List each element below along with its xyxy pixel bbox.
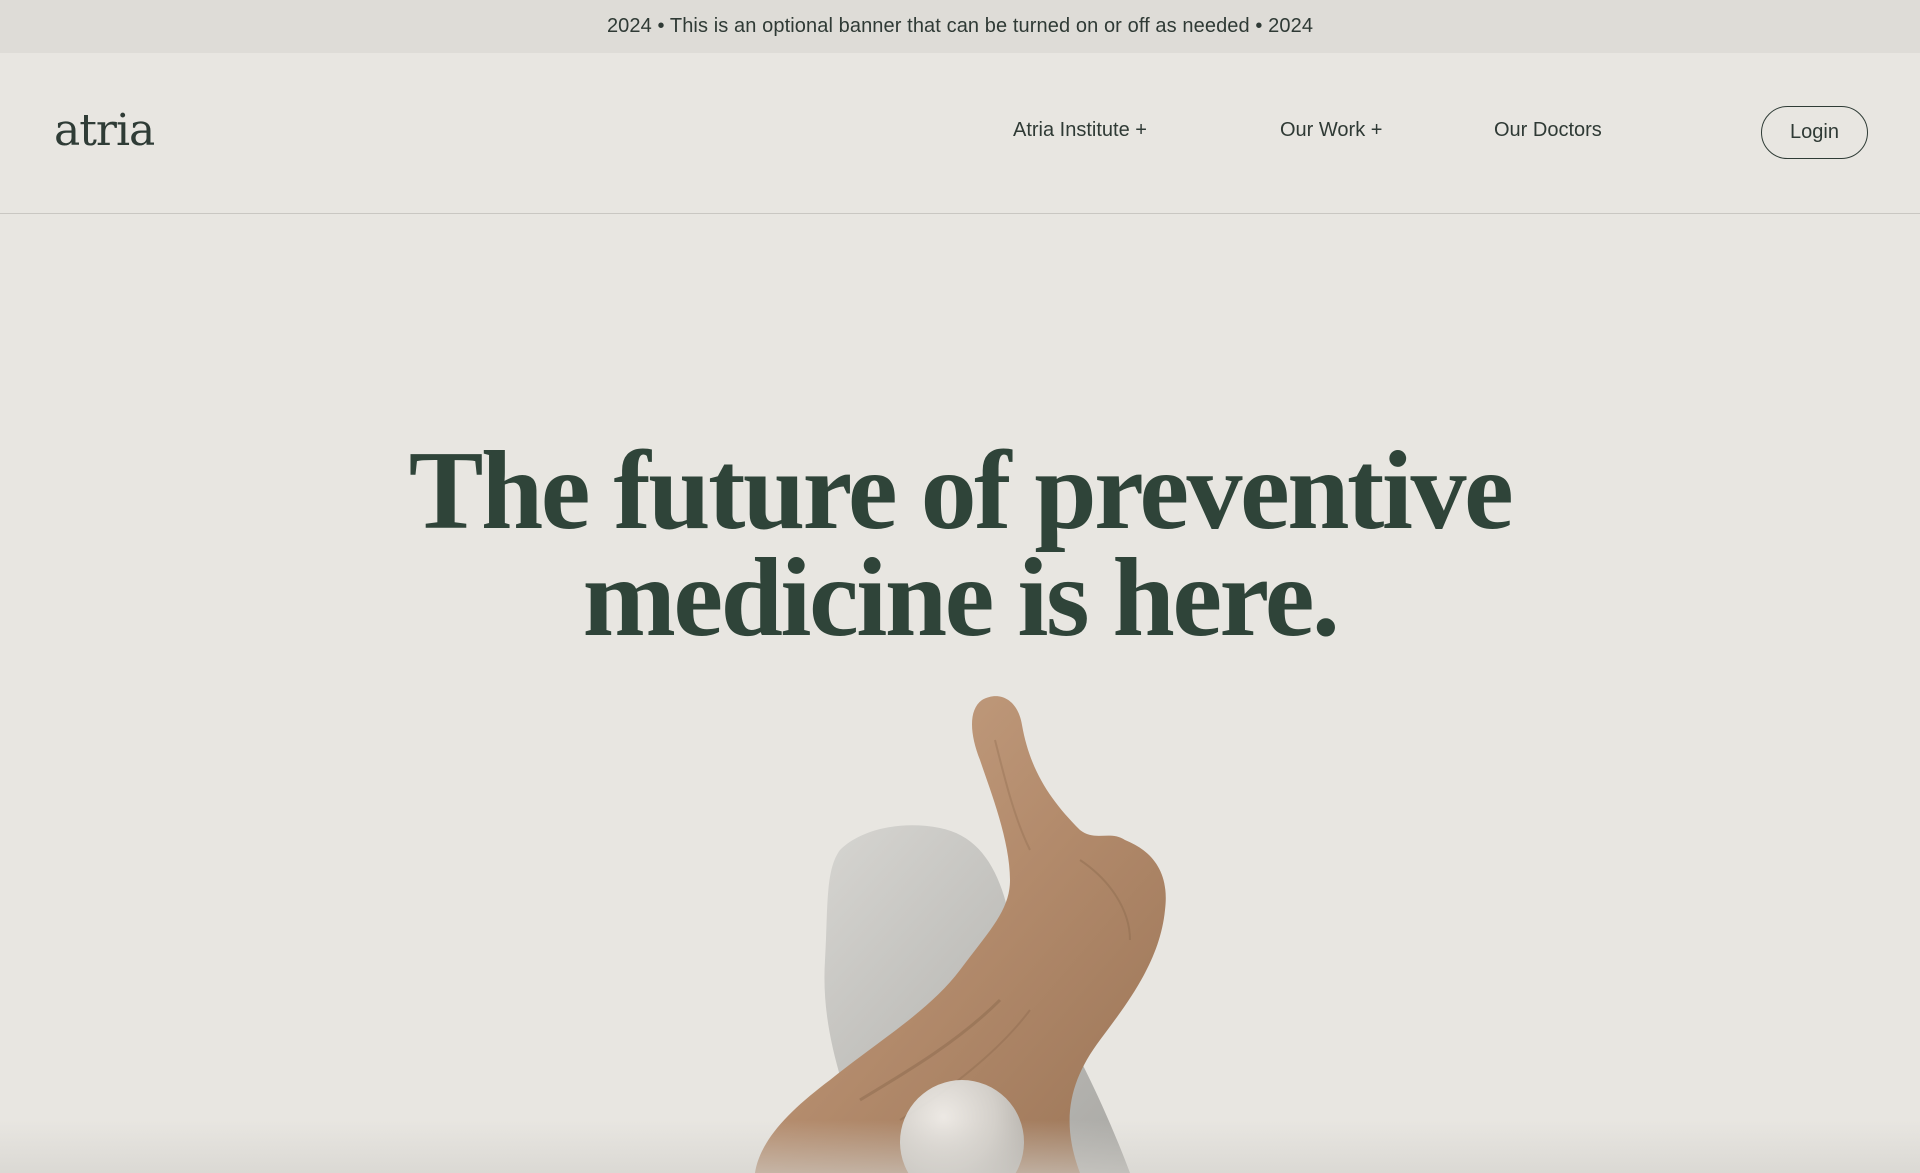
nav-atria-institute[interactable]: Atria Institute +: [1013, 119, 1147, 142]
nav-our-doctors[interactable]: Our Doctors: [1494, 119, 1602, 142]
hero-heading: The future of preventive medicine is her…: [0, 429, 1920, 660]
floor-shadow: [0, 1120, 1920, 1173]
driftwood-stone-sculpture-image: [755, 696, 1166, 1173]
hero-heading-line-1: The future of preventive: [408, 429, 1514, 553]
atria-logo[interactable]: atria: [54, 105, 155, 156]
announcement-banner: 2024 • This is an optional banner that c…: [0, 0, 1920, 53]
banner-text: 2024 • This is an optional banner that c…: [606, 15, 1314, 37]
page: 2024 • This is an optional banner that c…: [0, 0, 1920, 1173]
hero-heading-line-2: medicine is here.: [582, 536, 1340, 660]
site-header: atria Atria Institute + Our Work + Our D…: [0, 53, 1920, 214]
login-button[interactable]: Login: [1761, 106, 1868, 159]
nav-our-work[interactable]: Our Work +: [1280, 119, 1382, 142]
